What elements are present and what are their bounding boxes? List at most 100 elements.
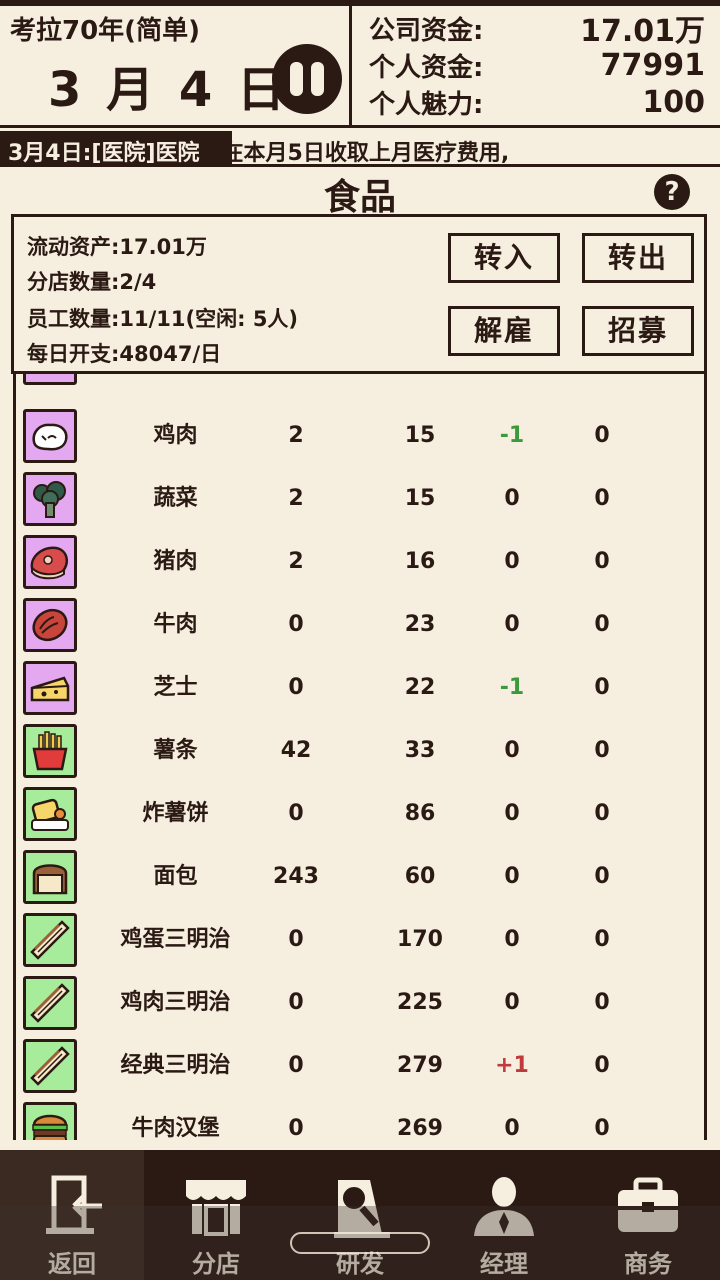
- date-day: 4: [178, 62, 217, 118]
- ticker-clip: 3月4日:[医院]医院会在本月5日收取上月医疗费用,: [232, 131, 720, 164]
- department-info-panel: 流动资产:17.01万 分店数量:2/4 员工数量:11/11(空闲: 5人) …: [11, 214, 707, 374]
- item-quantity: 0: [288, 675, 304, 700]
- item-name: 猪肉: [153, 549, 198, 574]
- item-extra: 0: [594, 486, 610, 511]
- burger-icon: [23, 1102, 77, 1140]
- item-quantity: 0: [288, 801, 304, 826]
- ticker-highlight: 3月4日:[医院]医院: [0, 131, 232, 164]
- nav-item-manager[interactable]: 经理: [432, 1150, 576, 1280]
- bottom-nav: 返回 分店 研发 经理 商务: [0, 1150, 720, 1280]
- nav-item-shop[interactable]: 分店: [144, 1150, 288, 1280]
- item-icon: [23, 374, 77, 385]
- list-item-partial: [16, 374, 704, 389]
- list-item[interactable]: 鸡蛋三明治 0 170 0 0: [16, 908, 704, 971]
- item-quantity: 2: [288, 549, 304, 574]
- transfer-out-button[interactable]: 转出: [582, 233, 694, 283]
- funds-panel: 公司资金: 17.01万 个人资金: 77991 个人魅力: 100: [355, 6, 720, 125]
- transfer-in-button[interactable]: 转入: [448, 233, 560, 283]
- item-extra: 0: [594, 738, 610, 763]
- bread-icon: [23, 850, 77, 904]
- stat-label: 公司资金:: [369, 15, 484, 46]
- stat-label: 个人资金:: [369, 52, 484, 83]
- sandwich-icon: [23, 913, 77, 967]
- current-date: 3 月 4 日: [48, 50, 289, 120]
- sandwich-icon: [23, 1039, 77, 1093]
- item-quantity: 42: [280, 738, 312, 763]
- ticker-text: 3月4日:[医院]医院会在本月5日收取上月医疗费用,: [232, 141, 510, 164]
- item-quantity: 0: [288, 990, 304, 1015]
- item-price: 279: [397, 1053, 443, 1078]
- item-quantity: 0: [288, 1053, 304, 1078]
- item-change: 0: [504, 486, 520, 511]
- fire-button[interactable]: 解雇: [448, 306, 560, 356]
- item-name: 鸡肉三明治: [120, 990, 231, 1015]
- list-item[interactable]: 鸡肉三明治 0 225 0 0: [16, 971, 704, 1034]
- item-extra: 0: [594, 864, 610, 889]
- item-price: 15: [404, 423, 436, 448]
- broccoli-icon: [23, 472, 77, 526]
- item-name: 经典三明治: [120, 1053, 231, 1078]
- list-item[interactable]: 经典三明治 0 279 +1 0: [16, 1034, 704, 1097]
- item-name: 薯条: [153, 738, 198, 763]
- personal-funds: 个人资金: 77991: [369, 47, 705, 83]
- help-icon[interactable]: ?: [654, 174, 690, 210]
- briefcase-icon: [612, 1170, 684, 1242]
- sandwich-icon: [23, 976, 77, 1030]
- list-item[interactable]: 薯条 42 33 0 0: [16, 719, 704, 782]
- item-change: 0: [504, 927, 520, 952]
- item-price: 269: [397, 1116, 443, 1140]
- nav-item-research[interactable]: 研发: [288, 1150, 432, 1280]
- list-item[interactable]: 猪肉 2 16 0 0: [16, 530, 704, 593]
- nav-label: 分店: [192, 1250, 240, 1278]
- item-price: 86: [404, 801, 436, 826]
- list-item[interactable]: 鸡肉 2 15 -1 0: [16, 404, 704, 467]
- item-name: 牛肉汉堡: [131, 1116, 220, 1140]
- item-price: 15: [404, 486, 436, 511]
- item-quantity: 2: [288, 486, 304, 511]
- item-name: 鸡蛋三明治: [120, 927, 231, 952]
- food-item-list[interactable]: 鸡肉 2 15 -1 0 蔬菜 2 15 0 0 猪肉 2 16 0 0 牛肉 0 23 0 0 芝士 0 22 -1 0 薯条 4…: [13, 374, 707, 1140]
- item-name: 面包: [153, 864, 198, 889]
- pause-icon: [290, 62, 303, 96]
- nav-item-exit[interactable]: 返回: [0, 1150, 144, 1280]
- nav-label: 研发: [336, 1250, 384, 1278]
- item-change: -1: [499, 675, 525, 700]
- item-name: 芝士: [153, 675, 198, 700]
- pause-button[interactable]: [272, 44, 342, 114]
- item-price: 170: [397, 927, 443, 952]
- item-quantity: 0: [288, 612, 304, 637]
- stat-value: 17.01万: [580, 14, 705, 49]
- item-quantity: 0: [288, 927, 304, 952]
- daily-cost: 每日开支:48047/日: [27, 342, 222, 366]
- list-item[interactable]: 牛肉汉堡 0 269 0 0: [16, 1097, 704, 1140]
- list-item[interactable]: 蔬菜 2 15 0 0: [16, 467, 704, 530]
- item-change: 0: [504, 990, 520, 1015]
- item-name: 牛肉: [153, 612, 198, 637]
- recruit-button[interactable]: 招募: [582, 306, 694, 356]
- manager-icon: [468, 1170, 540, 1242]
- chicken-icon: [23, 409, 77, 463]
- stat-value: 100: [642, 84, 705, 120]
- item-price: 16: [404, 549, 436, 574]
- item-quantity: 243: [273, 864, 319, 889]
- item-name: 鸡肉: [153, 423, 198, 448]
- list-item[interactable]: 芝士 0 22 -1 0: [16, 656, 704, 719]
- nav-item-briefcase[interactable]: 商务: [576, 1150, 720, 1280]
- nav-label: 经理: [480, 1250, 528, 1278]
- date-month-unit: 月: [106, 62, 159, 118]
- item-change: 0: [504, 549, 520, 574]
- pork-icon: [23, 535, 77, 589]
- nav-label: 商务: [624, 1250, 672, 1278]
- staff-count: 员工数量:11/11(空闲: 5人): [27, 307, 299, 331]
- nav-label: 返回: [48, 1250, 96, 1278]
- list-item[interactable]: 面包 243 60 0 0: [16, 845, 704, 908]
- item-change: 0: [504, 738, 520, 763]
- pause-icon-bar: [311, 62, 324, 96]
- branch-count: 分店数量:2/4: [27, 270, 157, 294]
- date-panel: 考拉70年(简单) 3 月 4 日: [0, 6, 352, 125]
- item-price: 23: [404, 612, 436, 637]
- list-item[interactable]: 炸薯饼 0 86 0 0: [16, 782, 704, 845]
- item-extra: 0: [594, 612, 610, 637]
- news-ticker[interactable]: 3月4日:[医院]医院 3月4日:[医院]医院会在本月5日收取上月医疗费用,: [0, 131, 720, 167]
- list-item[interactable]: 牛肉 0 23 0 0: [16, 593, 704, 656]
